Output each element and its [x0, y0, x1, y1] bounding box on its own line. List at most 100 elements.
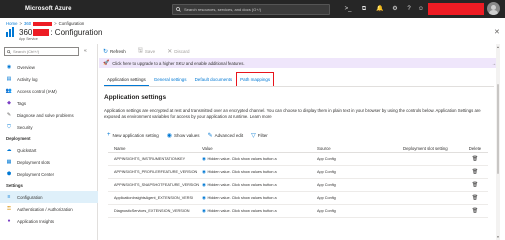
cloud-shell-icon[interactable]: >_ [343, 4, 353, 14]
delete-icon[interactable]: 🗑 [465, 208, 485, 214]
save-button[interactable]: 🖫 Save [138, 46, 155, 56]
table-row[interactable]: DiagnosticServices_EXTENSION_VERSION ◉ Hi… [108, 205, 488, 218]
globe-icon: ◉ [6, 64, 12, 70]
show-values-button[interactable]: ◉ Show values [167, 132, 200, 139]
table-row[interactable]: APPINSIGHTS_INSTRUMENTATIONKEY ◉ Hidden v… [108, 153, 488, 166]
breadcrumb-home[interactable]: Home [6, 21, 17, 26]
settings-icon[interactable]: ⚙ [390, 4, 400, 14]
top-bar: Microsoft Azure Search resources, servic… [0, 0, 505, 18]
configuration-icon: ≡ [7, 194, 11, 200]
eye-icon: ◉ [202, 182, 206, 187]
people-icon: 👥 [5, 88, 13, 94]
feedback-icon[interactable]: ☺ [416, 4, 426, 14]
sidebar-item-label: Diagnose and solve problems [17, 112, 74, 118]
sidebar-item-deployment-slots[interactable]: ▦ Deployment slots [0, 156, 98, 168]
eye-icon: ◉ [202, 169, 206, 174]
refresh-button[interactable]: ↻ Refresh [103, 48, 126, 55]
help-icon[interactable]: ? [404, 4, 414, 14]
directory-filter-icon[interactable]: ⧉ [359, 4, 369, 14]
eye-icon: ◉ [166, 132, 173, 139]
setting-name[interactable]: APPINSIGHTS_SNAPSHOTFEATURE_VERSION [108, 183, 202, 187]
collapse-sidebar-icon[interactable]: « [84, 48, 87, 54]
sidebar-item-overview[interactable]: ◉ Overview [0, 61, 98, 73]
sidebar-item-application-insights[interactable]: ● Application Insights [0, 215, 98, 227]
close-icon[interactable]: ✕ [494, 28, 500, 36]
column-header-source[interactable]: Source [317, 146, 403, 151]
sidebar-item-label: Application Insights [17, 218, 55, 224]
avatar[interactable] [487, 2, 500, 15]
setting-name[interactable]: APPINSIGHTS_INSTRUMENTATIONKEY [108, 157, 202, 161]
sidebar-item-label: Quickstart [17, 147, 37, 153]
sidebar-item-access-control[interactable]: 👥 Access control (IAM) [0, 85, 98, 97]
setting-name[interactable]: APPINSIGHTS_PROFILERFEATURE_VERSION [108, 170, 202, 174]
tag-icon: ◆ [7, 100, 11, 106]
setting-name[interactable]: DiagnosticServices_EXTENSION_VERSION [108, 209, 202, 213]
column-header-value[interactable]: Value [202, 146, 317, 151]
command-bar: ↻ Refresh 🖫 Save ✕ Discard [103, 46, 189, 56]
sidebar-item-label: Tags [17, 100, 27, 106]
tab-path-mappings[interactable]: Path mappings [235, 71, 275, 88]
brand-label[interactable]: Microsoft Azure [25, 6, 72, 12]
rocket-icon: 🚀 [103, 60, 110, 66]
section-title: Application settings [104, 94, 167, 101]
global-search-input[interactable]: Search resources, services, and docs (G+… [172, 3, 330, 15]
hidden-value-text: Hidden value. Click show values button a [207, 183, 277, 187]
title-prefix: 360 [19, 27, 33, 37]
breadcrumb: Home > 360 > Configuration [6, 21, 84, 26]
eye-icon: ◉ [202, 208, 206, 213]
wrench-icon: ✎ [6, 112, 12, 118]
tab-default-documents[interactable]: Default documents [192, 73, 236, 86]
sidebar-item-tags[interactable]: ◆ Tags [0, 97, 98, 109]
filter-button[interactable]: ▽ Filter [251, 132, 268, 139]
delete-icon[interactable]: 🗑 [465, 156, 485, 162]
table-row[interactable]: APPINSIGHTS_PROFILERFEATURE_VERSION ◉ Hid… [108, 166, 488, 179]
sidebar-item-activity-log[interactable]: ▤ Activity log [0, 73, 98, 85]
upgrade-banner[interactable]: 🚀 Click here to upgrade to a higher SKU … [99, 58, 499, 68]
column-header-slot-setting[interactable]: Deployment slot setting [403, 146, 465, 151]
refresh-label: Refresh [110, 48, 126, 54]
sidebar-search-input[interactable]: Search (Ctrl+/) [4, 47, 79, 56]
table-header: Name Value Source Deployment slot settin… [108, 144, 488, 153]
page-subtitle: App Service [19, 37, 38, 41]
notifications-icon[interactable]: 🔔 [375, 4, 385, 14]
scrollbar-thumb[interactable] [496, 84, 500, 174]
sidebar-item-quickstart[interactable]: ☁ Quickstart [0, 144, 98, 156]
tab-general-settings[interactable]: General settings [151, 73, 190, 86]
sidebar-item-diagnose[interactable]: ✎ Diagnose and solve problems [0, 109, 98, 121]
app-settings-table: Name Value Source Deployment slot settin… [108, 144, 488, 218]
tab-application-settings[interactable]: Application settings [104, 73, 149, 86]
delete-icon[interactable]: 🗑 [465, 195, 485, 201]
redacted-resource-name [33, 21, 53, 26]
sidebar-item-label: Access control (IAM) [17, 88, 57, 94]
sidebar-item-security[interactable]: ⛉ Security [0, 121, 98, 133]
vertical-scrollbar[interactable]: ▲ ▼ [496, 44, 500, 240]
column-header-name[interactable]: Name [108, 146, 202, 151]
table-row[interactable]: APPINSIGHTS_SNAPSHOTFEATURE_VERSION ◉ Hid… [108, 179, 488, 192]
setting-value: ◉ Hidden value. Click show values button … [202, 182, 317, 188]
advanced-edit-button[interactable]: ✎ Advanced edit [208, 132, 244, 139]
hidden-value-text: Hidden value. Click show values button a [207, 157, 277, 161]
delete-icon[interactable]: 🗑 [465, 182, 485, 188]
sidebar-item-authentication[interactable]: ⚿ Authentication / Authorization [0, 203, 98, 215]
redacted-account-name[interactable] [428, 3, 484, 15]
title-suffix: : Configuration [50, 27, 103, 37]
sidebar-item-deployment-center[interactable]: ⬢ Deployment Center [0, 168, 98, 180]
new-application-setting-button[interactable]: + New application setting [107, 132, 159, 138]
discard-button[interactable]: ✕ Discard [167, 48, 189, 55]
setting-name[interactable]: ApplicationInsightsAgent_EXTENSION_VERSI [108, 196, 202, 200]
insights-icon: ● [7, 218, 11, 224]
breadcrumb-resource[interactable]: 360 [24, 21, 31, 26]
scroll-down-icon[interactable]: ▼ [497, 235, 500, 239]
sidebar-item-label: Configuration [17, 194, 43, 200]
pencil-icon: ✎ [207, 132, 213, 139]
delete-icon[interactable]: 🗑 [465, 169, 485, 175]
table-row[interactable]: ApplicationInsightsAgent_EXTENSION_VERSI… [108, 192, 488, 205]
page-title: 360 : Configuration [19, 28, 102, 37]
sidebar-item-configuration[interactable]: ≡ Configuration [0, 191, 98, 203]
new-setting-label: New application setting [112, 132, 159, 138]
discard-label: Discard [174, 48, 190, 54]
setting-source: App Config [317, 170, 336, 174]
deployment-center-icon: ⬢ [6, 171, 12, 177]
upgrade-banner-text: Click here to upgrade to a higher SKU an… [112, 60, 245, 66]
scroll-up-icon[interactable]: ▲ [497, 45, 500, 49]
